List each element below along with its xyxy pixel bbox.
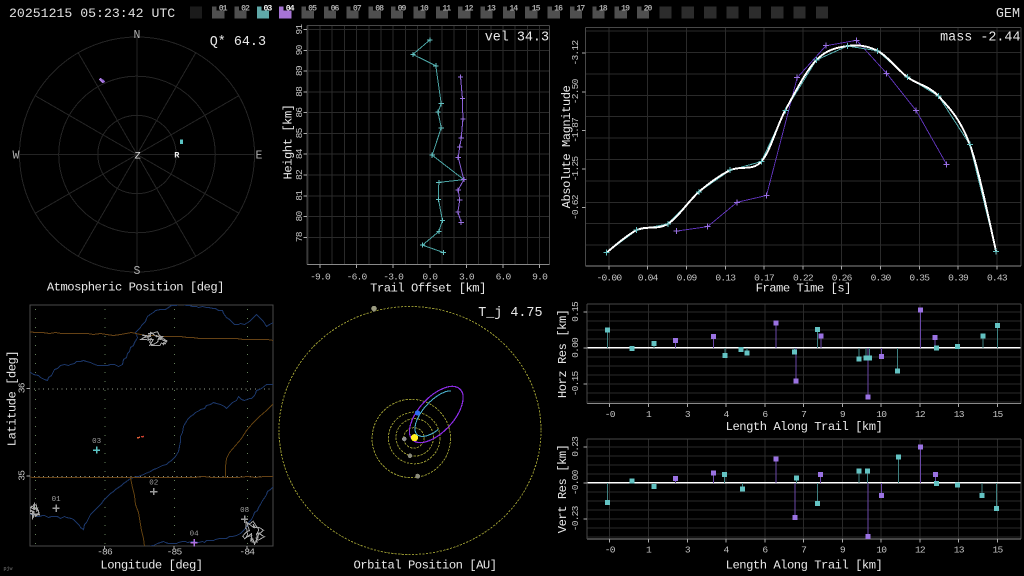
svg-text:10: 10	[420, 4, 429, 13]
svg-text:04: 04	[286, 4, 295, 13]
svg-text:Absolute Magnitude: Absolute Magnitude	[560, 85, 574, 208]
svg-text:03: 03	[263, 4, 272, 13]
svg-text:-0.23: -0.23	[570, 505, 581, 531]
svg-text:0.13: 0.13	[715, 272, 736, 283]
svg-text:10: 10	[876, 409, 887, 420]
svg-text:09: 09	[398, 4, 407, 13]
svg-text:S: S	[134, 265, 141, 278]
svg-text:pjw: pjw	[4, 566, 13, 572]
svg-text:0.00: 0.00	[570, 337, 581, 358]
svg-text:-9.0: -9.0	[310, 272, 331, 283]
svg-text:12: 12	[915, 544, 926, 555]
svg-text:0.43: 0.43	[987, 272, 1008, 283]
svg-text:0.39: 0.39	[948, 272, 969, 283]
svg-text:-6.0: -6.0	[347, 272, 368, 283]
svg-text:14: 14	[509, 4, 518, 13]
svg-text:6.0: 6.0	[496, 272, 512, 283]
svg-text:0.09: 0.09	[677, 272, 698, 283]
svg-text:13: 13	[954, 409, 965, 420]
svg-text:7: 7	[801, 409, 806, 420]
svg-text:-86: -86	[97, 547, 113, 558]
svg-text:89: 89	[294, 65, 305, 76]
svg-text:15: 15	[993, 409, 1004, 420]
svg-text:78: 78	[294, 231, 305, 242]
svg-text:04: 04	[190, 531, 200, 539]
svg-text:vel 34.3: vel 34.3	[485, 30, 549, 45]
svg-text:12: 12	[915, 409, 926, 420]
svg-text:0.04: 0.04	[638, 272, 659, 283]
svg-text:Frame Time [s]: Frame Time [s]	[756, 282, 851, 296]
svg-text:90: 90	[294, 44, 305, 55]
svg-text:Length Along Trail [km]: Length Along Trail [km]	[726, 420, 883, 434]
svg-text:35: 35	[17, 470, 28, 481]
svg-text:T_j 4.75: T_j 4.75	[478, 306, 542, 321]
svg-text:Vert Res [km]: Vert Res [km]	[556, 445, 570, 534]
svg-text:07: 07	[353, 4, 362, 13]
svg-text:08: 08	[240, 507, 249, 515]
svg-text:0.35: 0.35	[909, 272, 930, 283]
svg-text:-84: -84	[239, 547, 255, 558]
svg-text:0.30: 0.30	[871, 272, 892, 283]
svg-text:16: 16	[554, 4, 563, 13]
svg-text:-3.12: -3.12	[570, 40, 581, 66]
svg-text:-0.00: -0.00	[597, 272, 623, 283]
svg-text:91: 91	[294, 24, 305, 35]
svg-text:02: 02	[149, 479, 158, 487]
svg-text:80: 80	[294, 211, 305, 222]
svg-text:01: 01	[52, 496, 62, 504]
svg-text:Trail Offset [km]: Trail Offset [km]	[370, 282, 486, 296]
svg-text:84: 84	[294, 148, 305, 159]
svg-text:W: W	[13, 150, 20, 163]
svg-text:mass -2.44: mass -2.44	[940, 30, 1020, 45]
svg-text:Atmospheric Position [deg]: Atmospheric Position [deg]	[47, 281, 224, 295]
svg-text:13: 13	[487, 4, 496, 13]
svg-text:Longitude [deg]: Longitude [deg]	[100, 559, 202, 573]
svg-text:Q* 64.3: Q* 64.3	[210, 35, 266, 50]
svg-text:15: 15	[532, 4, 541, 13]
svg-text:-85: -85	[167, 547, 183, 558]
svg-text:15: 15	[993, 544, 1004, 555]
svg-text:01: 01	[219, 4, 228, 13]
svg-text:13: 13	[954, 544, 965, 555]
svg-text:7: 7	[801, 544, 806, 555]
svg-text:86: 86	[294, 107, 305, 118]
svg-text:82: 82	[294, 169, 305, 180]
svg-text:R: R	[174, 150, 180, 160]
svg-text:N: N	[134, 29, 141, 42]
svg-text:81: 81	[294, 190, 305, 201]
svg-text:Z: Z	[135, 152, 141, 163]
svg-text:20251215 05:23:42 UTC: 20251215 05:23:42 UTC	[9, 6, 175, 21]
svg-text:Latitude [deg]: Latitude [deg]	[6, 351, 20, 446]
svg-text:-0.15: -0.15	[570, 370, 581, 396]
svg-text:17: 17	[576, 4, 585, 13]
svg-text:9.0: 9.0	[532, 272, 548, 283]
svg-text:-0: -0	[605, 544, 616, 555]
svg-text:-0: -0	[605, 409, 616, 420]
svg-text:GEM: GEM	[996, 7, 1020, 22]
svg-text:Orbital Position [AU]: Orbital Position [AU]	[353, 559, 496, 573]
svg-text:0.15: 0.15	[570, 301, 581, 322]
svg-text:88: 88	[294, 86, 305, 97]
svg-text:Height [km]: Height [km]	[282, 105, 296, 180]
svg-text:E: E	[256, 150, 263, 163]
svg-text:02: 02	[241, 4, 250, 13]
svg-text:12: 12	[465, 4, 474, 13]
svg-text:10: 10	[876, 544, 887, 555]
svg-text:11: 11	[442, 4, 451, 13]
svg-text:0.23: 0.23	[570, 436, 581, 457]
svg-text:05: 05	[308, 4, 317, 13]
svg-text:19: 19	[621, 4, 630, 13]
svg-text:06: 06	[331, 4, 340, 13]
svg-text:03: 03	[92, 438, 102, 446]
svg-text:08: 08	[375, 4, 384, 13]
svg-text:Horz Res [km]: Horz Res [km]	[556, 310, 570, 399]
svg-text:18: 18	[599, 4, 608, 13]
svg-text:-0.00: -0.00	[570, 469, 581, 495]
svg-text:85: 85	[294, 127, 305, 138]
svg-text:20: 20	[644, 4, 653, 13]
svg-text:Length Along Trail [km]: Length Along Trail [km]	[726, 559, 883, 573]
